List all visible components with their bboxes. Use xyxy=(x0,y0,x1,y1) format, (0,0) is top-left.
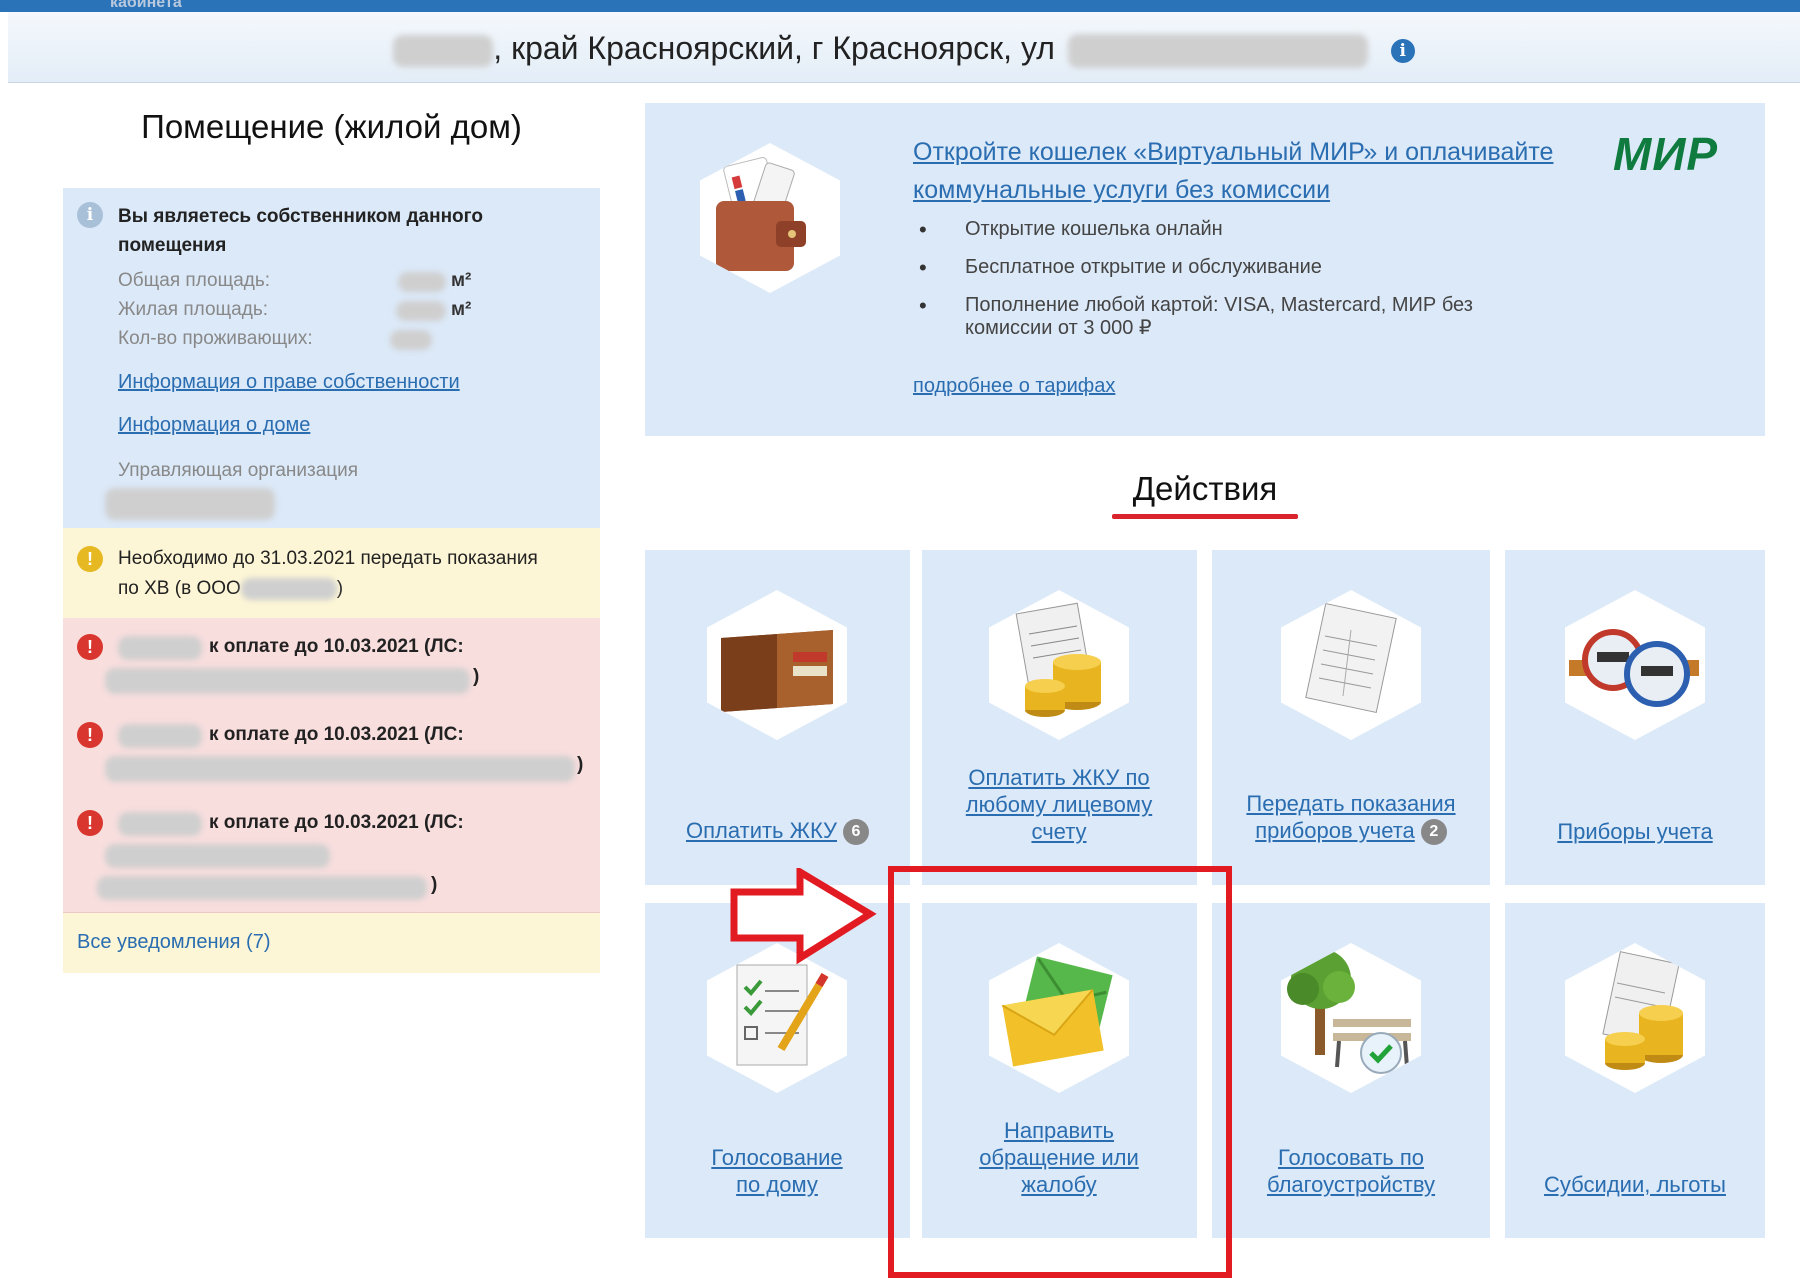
red-arrow-icon xyxy=(730,868,877,965)
tile-vote-improvement[interactable]: Голосовать по благоустройству xyxy=(1212,903,1490,1238)
redacted-street xyxy=(1067,33,1368,68)
mir-wallet-link[interactable]: Откройте кошелек «Виртуальный МИР» и опл… xyxy=(913,133,1613,209)
tile-metering-devices[interactable]: Приборы учета xyxy=(1505,550,1765,885)
debt-text: к оплате до 10.03.2021 (ЛС: xyxy=(209,724,464,745)
water-meter-icon xyxy=(1569,629,1699,707)
tile-label-text: Голосование по дому xyxy=(711,1145,843,1197)
tile-label-text: Приборы учета xyxy=(1557,819,1713,844)
tile-label-text: Оплатить ЖКУ по любому лицевому счету xyxy=(965,765,1153,844)
tile-subsidies[interactable]: Субсидии, льготы xyxy=(1505,903,1765,1238)
tile-icon-bg xyxy=(1281,943,1421,1093)
debt-text: к оплате до 10.03.2021 (ЛС: xyxy=(209,636,464,657)
tile-pay-utilities[interactable]: Оплатить ЖКУ 6 xyxy=(645,550,910,885)
tile-pay-any-account[interactable]: Оплатить ЖКУ по любому лицевому счету xyxy=(922,550,1197,885)
area-unit: м² xyxy=(451,270,472,291)
area-unit: м² xyxy=(451,299,472,320)
tile-icon-bg xyxy=(707,590,847,740)
redacted-amount xyxy=(118,724,202,748)
all-notifications-link[interactable]: Все уведомления (7) xyxy=(77,931,271,954)
error-icon: ! xyxy=(77,722,103,748)
premises-title: Помещение (жилой дом) xyxy=(141,108,522,145)
mir-wallet-promo: Откройте кошелек «Виртуальный МИР» и опл… xyxy=(645,103,1765,436)
tree-bench-icon xyxy=(1287,949,1411,1074)
warning-icon: ! xyxy=(77,546,103,572)
closing-paren: ) xyxy=(473,666,480,687)
meter-form-icon xyxy=(1305,602,1397,714)
top-blue-bar xyxy=(0,0,1800,12)
tile-label-text: Субсидии, льготы xyxy=(1544,1172,1726,1197)
error-icon: ! xyxy=(77,634,103,660)
residents-label: Кол-во проживающих: xyxy=(118,328,313,349)
redacted-account xyxy=(105,756,575,782)
redacted-value xyxy=(390,330,432,350)
bill-coins-icon xyxy=(1015,602,1101,717)
closing-paren: ) xyxy=(577,754,584,775)
tile-icon-bg xyxy=(1565,590,1705,740)
redacted-company xyxy=(240,577,337,600)
warning-text: Необходимо до 31.03.2021 передать показа… xyxy=(118,548,538,600)
redacted-account xyxy=(105,668,470,694)
address-line: , край Красноярский, г Красноярск, ул i xyxy=(8,30,1800,68)
mir-logo: МИР xyxy=(1613,128,1719,180)
count-badge: 2 xyxy=(1420,819,1447,845)
count-badge: 6 xyxy=(842,819,869,845)
house-info-link[interactable]: Информация о доме xyxy=(118,414,310,437)
tariffs-link[interactable]: подробнее о тарифах xyxy=(913,375,1115,398)
owner-info-card: i Вы являетесь собственником данного пом… xyxy=(63,188,600,528)
subsidy-coins-icon xyxy=(1602,951,1683,1070)
address-bar: , край Красноярский, г Красноярск, ул i xyxy=(8,12,1800,83)
tile-icon-bg xyxy=(989,590,1129,740)
debt-notification: ! к оплате до 10.03.2021 (ЛС: ) xyxy=(63,618,600,707)
wallet-card-icon xyxy=(716,156,806,271)
warning-line-2: по ХВ (в ООО xyxy=(118,578,241,599)
meter-reading-warning: ! Необходимо до 31.03.2021 передать пока… xyxy=(63,528,600,618)
ownership-info-link[interactable]: Информация о праве собственности xyxy=(118,371,460,394)
actions-underline xyxy=(1112,514,1298,519)
debt-notification: ! к оплате до 10.03.2021 (ЛС: ) xyxy=(63,794,600,913)
redacted-region xyxy=(393,34,494,67)
promo-benefits-list: Открытие кошелька онлайн Бесплатное откр… xyxy=(913,218,1533,355)
all-notifications: Все уведомления (7) xyxy=(63,913,600,973)
owner-message: Вы являетесь собственником данного помещ… xyxy=(118,206,483,256)
total-area-row: Общая площадь: м² xyxy=(118,270,471,292)
tile-submit-meter-readings[interactable]: Передать показания приборов учета 2 xyxy=(1212,550,1490,885)
tile-label: Передать показания приборов учета 2 xyxy=(1236,790,1466,845)
tile-label-text: Оплатить ЖКУ xyxy=(686,817,837,843)
actions-title: Действия xyxy=(1132,470,1278,507)
tile-label-text: Голосовать по благоустройству xyxy=(1266,1145,1436,1197)
redacted-value xyxy=(396,301,446,321)
living-area-row: Жилая площадь: м² xyxy=(118,299,471,321)
management-company-label: Управляющая организация xyxy=(118,460,359,481)
highlight-frame xyxy=(888,866,1232,1278)
info-circle-icon: i xyxy=(77,202,103,228)
tile-label: Оплатить ЖКУ 6 xyxy=(655,817,900,845)
debt-notification: ! к оплате до 10.03.2021 (ЛС: ) xyxy=(63,706,600,795)
closing-paren: ) xyxy=(431,874,438,895)
promo-benefit: Пополнение любой картой: VISA, Mastercar… xyxy=(913,294,1533,340)
cut-header-text: кабинета xyxy=(110,0,182,11)
living-area-label: Жилая площадь: xyxy=(118,299,268,320)
residents-row: Кол-во проживающих: xyxy=(118,328,432,350)
redacted-company xyxy=(105,488,275,520)
debt-text: к оплате до 10.03.2021 (ЛС: xyxy=(209,812,464,833)
info-icon[interactable]: i xyxy=(1390,38,1415,63)
redacted-account xyxy=(105,844,330,868)
warning-line-1: Необходимо до 31.03.2021 передать показа… xyxy=(118,548,538,569)
address-text: , край Красноярский, г Красноярск, ул xyxy=(493,30,1055,66)
wallet-icon xyxy=(721,630,833,712)
total-area-label: Общая площадь: xyxy=(118,270,271,291)
redacted-amount xyxy=(118,636,202,660)
redacted-amount xyxy=(118,812,202,836)
error-icon: ! xyxy=(77,810,103,836)
promo-benefit: Открытие кошелька онлайн xyxy=(913,218,1533,241)
redacted-account xyxy=(97,876,427,900)
tile-icon-bg xyxy=(1281,590,1421,740)
promo-icon-bg xyxy=(700,143,840,293)
redacted-value xyxy=(398,272,446,292)
promo-benefit: Бесплатное открытие и обслуживание xyxy=(913,256,1533,279)
tile-icon-bg xyxy=(1565,943,1705,1093)
